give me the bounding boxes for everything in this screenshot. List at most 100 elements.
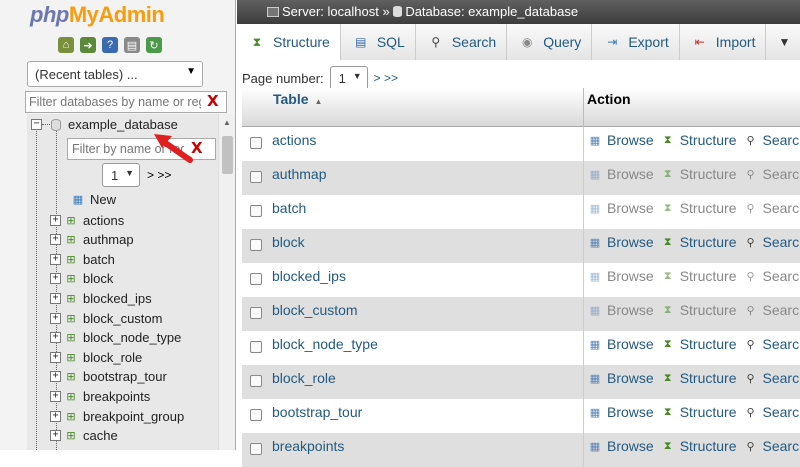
expand-table-icon[interactable]: + — [50, 411, 61, 422]
browse-action-link[interactable]: ▦Browse — [587, 200, 654, 216]
browse-action-link[interactable]: ▦Browse — [587, 370, 654, 386]
page-next-links[interactable]: > >> — [374, 71, 398, 85]
row-checkbox[interactable] — [250, 409, 262, 421]
browse-action-link[interactable]: ▦Browse — [587, 268, 654, 284]
structure-action-link[interactable]: ⧗Structure — [660, 200, 737, 216]
nav-table-item[interactable]: +⊞authmap — [50, 231, 134, 249]
table-name-link[interactable]: bootstrap_tour — [272, 404, 362, 420]
scrollbar-thumb[interactable] — [222, 136, 233, 174]
expand-table-icon[interactable]: + — [50, 313, 61, 324]
expand-table-icon[interactable]: + — [50, 391, 61, 402]
browse-action-link[interactable]: ▦Browse — [587, 336, 654, 352]
table-name-link[interactable]: batch — [272, 200, 306, 216]
expand-table-icon[interactable]: + — [50, 371, 61, 382]
row-checkbox[interactable] — [250, 239, 262, 251]
search-action-link[interactable]: ⚲Search — [743, 200, 800, 216]
structure-action-link[interactable]: ⧗Structure — [660, 234, 737, 250]
expand-table-icon[interactable]: + — [50, 293, 61, 304]
tab-more[interactable]: ▼ — [766, 24, 800, 60]
navigation-scrollbar[interactable]: ▲ — [218, 114, 235, 450]
collapse-database-icon[interactable]: − — [31, 119, 42, 130]
nav-page-next-links[interactable]: > >> — [147, 168, 171, 182]
search-action-link[interactable]: ⚲Search — [743, 268, 800, 284]
tab-query[interactable]: ◉Query — [507, 24, 592, 60]
table-name-link[interactable]: block — [272, 234, 305, 250]
browse-action-link[interactable]: ▦Browse — [587, 302, 654, 318]
row-checkbox[interactable] — [250, 171, 262, 183]
search-action-link[interactable]: ⚲Search — [743, 302, 800, 318]
table-name-link[interactable]: breakpoints — [272, 438, 344, 454]
structure-action-link[interactable]: ⧗Structure — [660, 166, 737, 182]
browse-action-link[interactable]: ▦Browse — [587, 132, 654, 148]
nav-page-select[interactable]: 1▼ — [102, 163, 140, 187]
search-action-link[interactable]: ⚲Search — [743, 132, 800, 148]
nav-table-item[interactable]: +⊞block_custom — [50, 309, 162, 327]
table-name-link[interactable]: block_node_type — [272, 336, 378, 352]
settings-icon[interactable]: ▤ — [124, 37, 140, 53]
row-checkbox[interactable] — [250, 307, 262, 319]
search-action-link[interactable]: ⚲Search — [743, 404, 800, 420]
nav-table-item[interactable]: +⊞actions — [50, 211, 124, 229]
structure-action-link[interactable]: ⧗Structure — [660, 336, 737, 352]
reload-icon[interactable]: ↻ — [146, 37, 162, 53]
row-checkbox[interactable] — [250, 205, 262, 217]
structure-action-link[interactable]: ⧗Structure — [660, 268, 737, 284]
tab-search[interactable]: ⚲Search — [416, 24, 507, 60]
search-action-link[interactable]: ⚲Search — [743, 166, 800, 182]
nav-table-item[interactable]: +⊞block_role — [50, 348, 142, 366]
structure-action-link[interactable]: ⧗Structure — [660, 438, 737, 454]
search-action-link[interactable]: ⚲Search — [743, 438, 800, 454]
nav-table-item[interactable]: +⊞bootstrap_tour — [50, 368, 167, 386]
browse-action-link[interactable]: ▦Browse — [587, 234, 654, 250]
new-table-link[interactable]: ▦ New — [70, 192, 116, 207]
browse-action-link[interactable]: ▦Browse — [587, 166, 654, 182]
row-checkbox[interactable] — [250, 137, 262, 149]
table-name-link[interactable]: actions — [272, 132, 316, 148]
structure-action-link[interactable]: ⧗Structure — [660, 132, 737, 148]
expand-table-icon[interactable]: + — [50, 254, 61, 265]
breadcrumb-server[interactable]: Server: localhost — [282, 4, 379, 19]
search-action-link[interactable]: ⚲Search — [743, 234, 800, 250]
table-name-link[interactable]: authmap — [272, 166, 326, 182]
structure-action-link[interactable]: ⧗Structure — [660, 370, 737, 386]
structure-action-link[interactable]: ⧗Structure — [660, 302, 737, 318]
breadcrumb-database[interactable]: Database: example_database — [405, 4, 578, 19]
expand-table-icon[interactable]: + — [50, 332, 61, 343]
expand-table-icon[interactable]: + — [50, 352, 61, 363]
browse-action-link[interactable]: ▦Browse — [587, 438, 654, 454]
tab-sql[interactable]: ▤SQL — [341, 24, 416, 60]
expand-table-icon[interactable]: + — [50, 273, 61, 284]
expand-table-icon[interactable]: + — [50, 234, 61, 245]
expand-table-icon[interactable]: + — [50, 215, 61, 226]
nav-table-item[interactable]: +⊞cache — [50, 427, 118, 445]
tab-import[interactable]: ⇤Import — [680, 24, 767, 60]
row-checkbox[interactable] — [250, 443, 262, 455]
nav-table-item[interactable]: +⊞blocked_ips — [50, 289, 152, 307]
tab-structure[interactable]: ⧗Structure — [237, 24, 341, 61]
page-number-select[interactable]: 1▼ — [330, 66, 368, 90]
nav-table-item[interactable]: +⊞block_node_type — [50, 329, 181, 347]
help-icon[interactable]: ? — [102, 37, 118, 53]
table-name-link[interactable]: blocked_ips — [272, 268, 346, 284]
table-name-link[interactable]: block_custom — [272, 302, 358, 318]
tab-export[interactable]: ⇥Export — [592, 24, 679, 60]
row-checkbox[interactable] — [250, 375, 262, 387]
nav-table-item[interactable]: +⊞breakpoint_group — [50, 407, 184, 425]
phpmyadmin-logo[interactable]: phpMyAdmin — [30, 2, 164, 32]
search-action-link[interactable]: ⚲Search — [743, 370, 800, 386]
logout-icon[interactable]: ➜ — [80, 37, 96, 53]
scroll-up-icon[interactable]: ▲ — [223, 118, 231, 127]
nav-table-item[interactable]: +⊞batch — [50, 250, 115, 268]
structure-action-link[interactable]: ⧗Structure — [660, 404, 737, 420]
table-column-header[interactable]: Table▲ — [273, 91, 322, 107]
row-checkbox[interactable] — [250, 341, 262, 353]
row-checkbox[interactable] — [250, 273, 262, 285]
nav-table-item[interactable]: +⊞block — [50, 270, 113, 288]
search-action-link[interactable]: ⚲Search — [743, 336, 800, 352]
expand-table-icon[interactable]: + — [50, 430, 61, 441]
clear-database-filter-button[interactable]: X — [207, 92, 219, 110]
table-name-link[interactable]: block_role — [272, 370, 336, 386]
database-filter-input[interactable] — [26, 92, 204, 112]
home-icon[interactable]: ⌂ — [58, 37, 74, 53]
browse-action-link[interactable]: ▦Browse — [587, 404, 654, 420]
